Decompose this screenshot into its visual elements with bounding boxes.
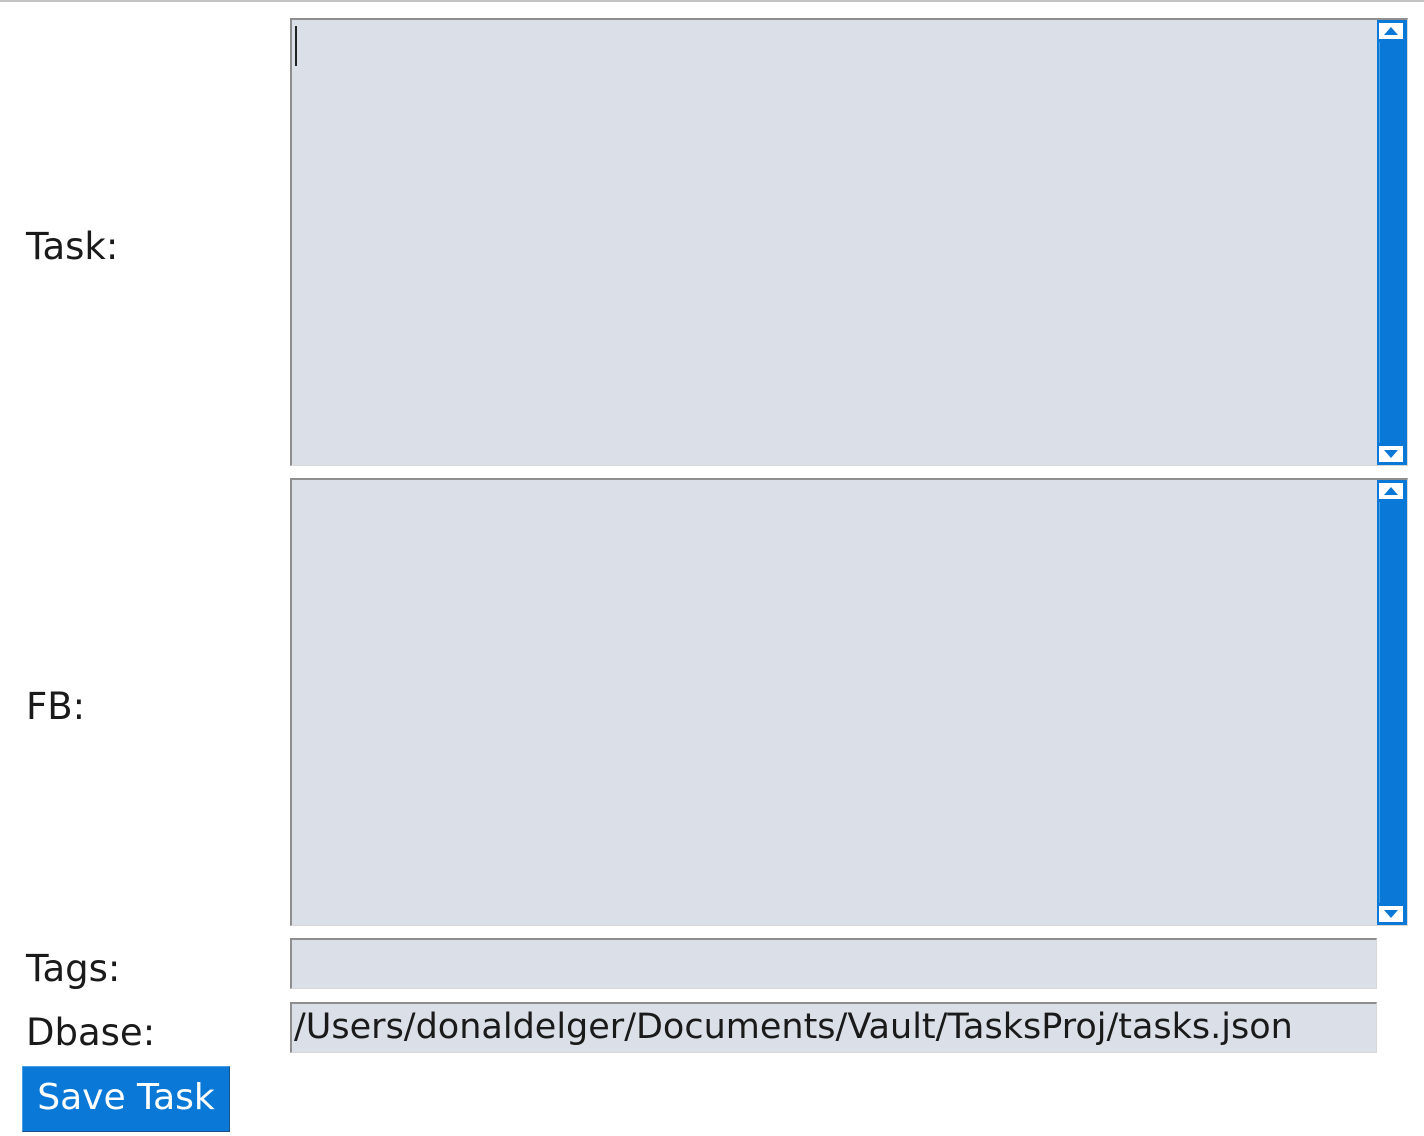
- save-task-button[interactable]: Save Task: [22, 1066, 230, 1132]
- task-textarea-body[interactable]: [292, 20, 1377, 465]
- text-caret: [295, 26, 297, 66]
- fb-scrollbar[interactable]: [1377, 480, 1407, 925]
- dbase-label: Dbase:: [26, 1011, 156, 1054]
- tags-input[interactable]: [290, 938, 1377, 989]
- fb-textarea[interactable]: [290, 478, 1408, 926]
- task-scroll-thumb[interactable]: [1379, 42, 1405, 443]
- fb-scroll-up-button[interactable]: [1378, 482, 1404, 500]
- fb-scroll-down-button[interactable]: [1378, 905, 1404, 923]
- task-scrollbar[interactable]: [1377, 20, 1407, 465]
- fb-label: FB:: [26, 685, 86, 728]
- task-label: Task:: [26, 225, 119, 268]
- scroll-up-arrow-icon: [1384, 487, 1398, 495]
- task-scroll-down-button[interactable]: [1378, 445, 1404, 463]
- scroll-down-arrow-icon: [1384, 450, 1398, 458]
- top-divider: [0, 0, 1424, 2]
- task-textarea[interactable]: [290, 18, 1408, 466]
- scroll-down-arrow-icon: [1384, 910, 1398, 918]
- fb-scroll-thumb[interactable]: [1379, 502, 1405, 903]
- task-scroll-up-button[interactable]: [1378, 22, 1404, 40]
- fb-textarea-body[interactable]: [292, 480, 1377, 925]
- scroll-up-arrow-icon: [1384, 27, 1398, 35]
- tags-label: Tags:: [26, 947, 121, 990]
- dbase-input[interactable]: /Users/donaldelger/Documents/Vault/Tasks…: [290, 1002, 1377, 1053]
